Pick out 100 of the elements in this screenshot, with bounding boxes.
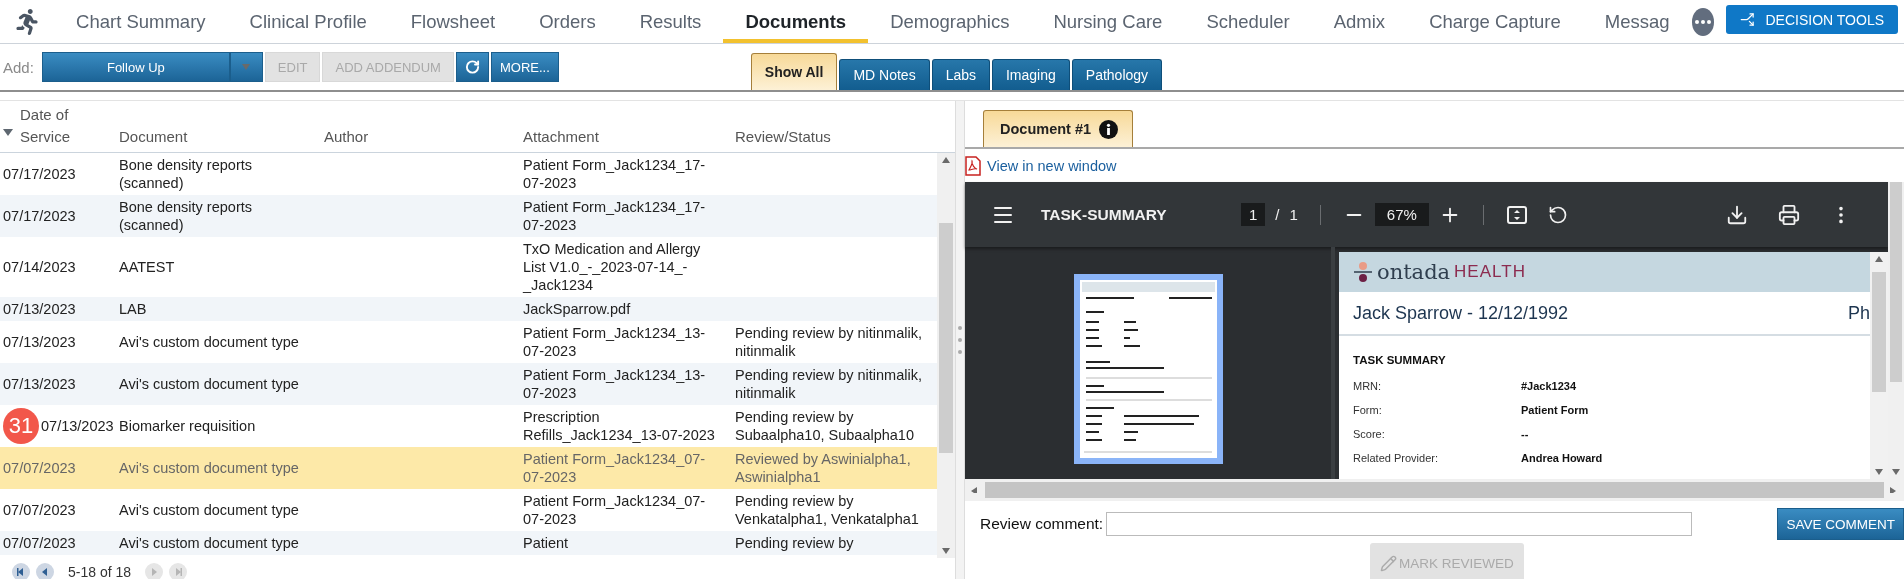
table-cell: 07/14/2023 <box>3 258 76 276</box>
runner-icon[interactable] <box>14 8 40 35</box>
nav-tab[interactable]: Admix <box>1311 0 1408 43</box>
download-icon[interactable] <box>1726 203 1748 226</box>
page-thumbnail-drawing[interactable] <box>1073 274 1223 464</box>
filter-tab[interactable]: Imaging <box>992 59 1070 90</box>
pencil-icon <box>1380 554 1397 572</box>
table-cell-text: Bone density reports (scanned) <box>119 198 253 234</box>
first-page-icon[interactable] <box>12 563 30 579</box>
more-button[interactable] <box>1691 8 1715 36</box>
scroll-up-icon[interactable] <box>1875 256 1883 262</box>
table-cell-text: Pending review by nitinmalik, nitinmalik <box>735 366 923 402</box>
brand-suffix: HEALTH <box>1454 262 1526 282</box>
page-number-field[interactable]: 1 <box>1241 203 1266 226</box>
filter-tab[interactable]: Labs <box>931 59 990 90</box>
scroll-down-icon[interactable] <box>942 548 950 554</box>
table-cell: Avi's custom document type <box>119 501 299 519</box>
add-label: Add: <box>3 58 34 76</box>
column-header[interactable]: Attachment <box>523 126 599 148</box>
table-cell: 07/13/2023 <box>41 417 114 435</box>
nav-tab[interactable]: Messag <box>1582 0 1692 43</box>
filter-tab[interactable]: Pathology <box>1071 59 1163 90</box>
printer-icon[interactable] <box>1778 203 1800 226</box>
scroll-right-icon[interactable] <box>1890 487 1898 493</box>
column-header[interactable]: Review/Status <box>735 126 831 148</box>
scrollbar-thumb[interactable] <box>1890 182 1902 382</box>
rotate-icon[interactable] <box>1547 204 1568 225</box>
field-value: #Jack1234 <box>1521 380 1577 392</box>
sort-down-icon[interactable] <box>3 129 13 136</box>
review-comment-field[interactable] <box>1106 512 1693 536</box>
info-icon[interactable] <box>1099 119 1119 139</box>
toolbar-button[interactable]: MORE... <box>490 52 559 82</box>
ellipsis-icon[interactable] <box>1695 20 1711 24</box>
open-in-new-window-link[interactable]: View in new window <box>987 157 1117 174</box>
scroll-down-icon[interactable] <box>1875 469 1883 475</box>
zoom-field[interactable]: 67% <box>1374 203 1429 226</box>
document-tab[interactable]: Document #1 <box>983 110 1134 147</box>
split-arrow-icon[interactable] <box>1740 12 1756 27</box>
add-type-button[interactable]: Follow Up <box>41 52 230 82</box>
nav-tab[interactable]: Results <box>617 0 724 43</box>
scrollbar-thumb[interactable] <box>985 482 1884 498</box>
table-cell: Pending review by <box>735 534 854 552</box>
scrollbar-thumb[interactable] <box>1872 272 1886 392</box>
table-cell: 07/07/2023 <box>3 459 76 477</box>
nav-tab[interactable]: Charge Capture <box>1407 0 1583 43</box>
nav-tab[interactable]: Demographics <box>868 0 1032 43</box>
refresh-icon[interactable] <box>464 59 480 75</box>
column-header[interactable]: Date of Service <box>20 104 70 148</box>
brand-logo-icon <box>1353 261 1373 283</box>
save-comment-button[interactable]: SAVE COMMENT <box>1777 508 1904 540</box>
field-label: Form: <box>1353 404 1383 416</box>
nav-tab[interactable]: Clinical Profile <box>227 0 389 43</box>
filter-tab[interactable]: MD Notes <box>839 59 930 90</box>
page-range: 5-18 of 18 <box>68 564 132 579</box>
review-comment-label: Review comment: <box>980 515 1104 533</box>
table-row[interactable]: 07/07/2023 Avi's custom document type Patient Pending review by <box>0 531 937 555</box>
table-cell-text: Pending review by Venkatalpha1, Venkatalpha1 <box>735 492 920 528</box>
table-cell: Patient <box>523 534 569 552</box>
scrollbar-thumb[interactable] <box>939 223 953 453</box>
heading-text: Ph <box>1847 302 1870 324</box>
table-cell: JackSparrow.pdf <box>523 300 631 318</box>
table-row[interactable]: 07/13/2023 Avi's custom document type Patient Form_Jack1234_13-07-2023 Pending review by nitinmalik, nitinmalik <box>0 363 937 405</box>
scroll-left-icon[interactable] <box>971 487 979 493</box>
drag-handle-icon[interactable] <box>958 325 962 355</box>
patient-heading: Jack Sparrow - 12/12/1992 <box>1353 302 1569 324</box>
table-cell-text: Patient Form_Jack1234_17-07-2023 <box>523 198 707 234</box>
nav-tab[interactable]: Scheduler <box>1184 0 1312 43</box>
scroll-down-icon[interactable] <box>1892 469 1900 475</box>
table-cell-text: Pending review by nitinmalik, nitinmalik <box>735 324 923 360</box>
column-header[interactable]: Document <box>119 126 188 148</box>
table-cell: 07/13/2023 <box>3 300 76 318</box>
table-row[interactable]: 07/17/2023 Bone density reports (scanned) Patient Form_Jack1234_17-07-2023 <box>0 195 937 237</box>
decision-tools-button[interactable]: DECISION TOOLS <box>1726 5 1898 34</box>
column-header[interactable]: Author <box>324 126 369 148</box>
table-cell: Avi's custom document type <box>119 459 299 477</box>
nav-tab[interactable]: Orders <box>517 0 618 43</box>
nav-tab[interactable]: Chart Summary <box>54 0 228 43</box>
field-label: MRN: <box>1353 380 1383 392</box>
prev-page-icon[interactable] <box>36 563 54 579</box>
table-cell: Avi's custom document type <box>119 534 299 552</box>
nav-tab[interactable]: Nursing Care <box>1031 0 1185 43</box>
field-value: Patient Form <box>1521 404 1589 416</box>
table-cell-text: Patient Form_Jack1234_07-07-2023 <box>523 492 707 528</box>
table-cell: 07/17/2023 <box>3 165 76 183</box>
fit-page-icon[interactable] <box>1505 203 1528 226</box>
nav-tab[interactable]: Documents <box>723 0 869 43</box>
section-title: TASK SUMMARY <box>1353 354 1447 366</box>
document-title: TASK-SUMMARY <box>1041 205 1168 224</box>
table-row[interactable]: 07/13/2023 LAB JackSparrow.pdf <box>0 297 937 321</box>
scroll-up-icon[interactable] <box>942 157 950 163</box>
table-row[interactable]: 07/07/2023 Avi's custom document type Patient Form_Jack1234_07-07-2023 Reviewed by Aswinialpha1, Aswinialpha1 <box>0 447 937 489</box>
field-value: Andrea Howard <box>1521 452 1603 464</box>
table-cell: 07/07/2023 <box>3 501 76 519</box>
field-label: Related Provider: <box>1353 452 1439 464</box>
table-cell: Biomarker requisition <box>119 417 256 435</box>
refresh-button[interactable] <box>455 52 489 82</box>
page-separator: / <box>1275 206 1280 223</box>
brand-name: ontada <box>1377 260 1451 284</box>
filter-tab[interactable]: Show All <box>750 53 838 90</box>
nav-tab[interactable]: Flowsheet <box>388 0 518 43</box>
